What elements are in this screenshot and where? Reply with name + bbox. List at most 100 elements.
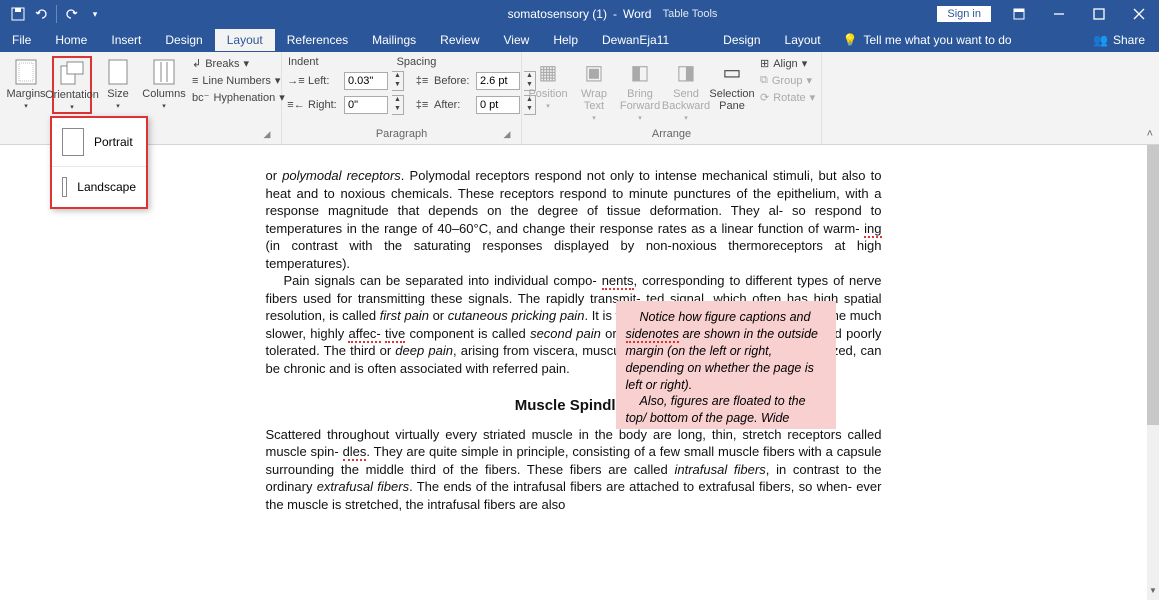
undo-icon[interactable]: [30, 2, 54, 26]
close-button[interactable]: [1119, 0, 1159, 28]
breaks-button[interactable]: ↲Breaks ▾: [190, 56, 287, 71]
sidenote-p2: Also, figures are floated to the top/ bo…: [626, 393, 826, 429]
orientation-dropdown: Portrait Landscape: [50, 116, 148, 209]
margins-icon: [12, 58, 40, 86]
tab-mailings[interactable]: Mailings: [360, 29, 428, 51]
spacing-before-input[interactable]: [476, 72, 520, 90]
page[interactable]: Table 1 or polymodal receptors. Polymoda…: [166, 145, 982, 600]
bring-forward-button[interactable]: ◧Bring Forward▾: [620, 56, 660, 124]
paragraph-muscle-spindles[interactable]: Scattered throughout virtually every str…: [266, 426, 882, 514]
align-button[interactable]: ⊞Align ▾: [758, 56, 817, 71]
share-button[interactable]: 👥 Share: [1079, 33, 1159, 47]
line-numbers-button[interactable]: ≡Line Numbers ▾: [190, 73, 287, 88]
tab-layout[interactable]: Layout: [215, 29, 275, 51]
line-numbers-icon: ≡: [192, 75, 198, 87]
contextual-tab-title: Table Tools: [630, 8, 750, 20]
qat-separator: [56, 5, 57, 23]
table-caption[interactable]: Table 1: [266, 145, 882, 147]
tab-table-layout[interactable]: Layout: [773, 29, 833, 51]
arrange-stack: ⊞Align ▾ ⧉Group ▾ ⟳Rotate ▾: [758, 56, 817, 105]
size-icon: [104, 58, 132, 86]
selection-pane-icon: ▭: [718, 58, 746, 86]
lightbulb-icon: 💡: [843, 33, 858, 47]
document-name: somatosensory (1): [508, 7, 607, 21]
indent-header: Indent: [288, 56, 319, 68]
tab-design[interactable]: Design: [153, 29, 214, 51]
paragraph-polymodal[interactable]: or polymodal receptors. Polymodal recept…: [266, 167, 882, 272]
indent-right-input[interactable]: [344, 96, 388, 114]
indent-right-spinner[interactable]: ▲▼: [392, 95, 404, 115]
portrait-label: Portrait: [94, 135, 133, 149]
page-setup-dialog-launcher[interactable]: ◢: [261, 128, 273, 140]
indent-right-icon: ≡←: [288, 98, 304, 112]
tell-me-search[interactable]: 💡 Tell me what you want to do: [833, 33, 1022, 47]
hyphenation-button[interactable]: bc⁻Hyphenation ▾: [190, 90, 287, 105]
tab-help[interactable]: Help: [541, 29, 590, 51]
spacing-header: Spacing: [397, 56, 437, 68]
sign-in-button[interactable]: Sign in: [937, 6, 991, 22]
spacing-after-icon: ‡≡: [414, 98, 430, 112]
orientation-portrait[interactable]: Portrait: [52, 118, 146, 167]
size-button[interactable]: Size▾: [98, 56, 138, 112]
tab-review[interactable]: Review: [428, 29, 491, 51]
group-arrange: ▦Position▾ ▣Wrap Text▾ ◧Bring Forward▾ ◨…: [522, 52, 822, 144]
rotate-icon: ⟳: [760, 91, 769, 104]
sidenote-box[interactable]: Notice how figure captions and sidenotes…: [616, 301, 836, 429]
tab-references[interactable]: References: [275, 29, 360, 51]
scrollbar-thumb[interactable]: [1147, 145, 1159, 425]
ribbon-display-options-icon[interactable]: [999, 0, 1039, 28]
spacing-before-icon: ‡≡: [414, 74, 430, 88]
send-backward-icon: ◨: [672, 58, 700, 86]
scroll-down-icon[interactable]: ▼: [1147, 586, 1159, 600]
document-area: Table 1 or polymodal receptors. Polymoda…: [0, 145, 1147, 600]
wrap-text-button[interactable]: ▣Wrap Text▾: [574, 56, 614, 124]
share-icon: 👥: [1093, 33, 1108, 47]
ribbon: Margins▾ Orientation▾ Size▾ Columns▾ ↲Br…: [0, 52, 1159, 145]
indent-left-spinner[interactable]: ▲▼: [392, 71, 404, 91]
tab-table-design[interactable]: Design: [711, 29, 772, 51]
selection-pane-button[interactable]: ▭Selection Pane: [712, 56, 752, 114]
redo-icon[interactable]: [59, 2, 83, 26]
indent-left-input[interactable]: [344, 72, 388, 90]
position-icon: ▦: [534, 58, 562, 86]
collapse-ribbon-icon[interactable]: ˄: [1147, 128, 1153, 140]
save-icon[interactable]: [6, 2, 30, 26]
landscape-icon: [62, 177, 67, 197]
margins-button[interactable]: Margins▾: [6, 56, 46, 112]
position-button[interactable]: ▦Position▾: [528, 56, 568, 112]
tab-insert[interactable]: Insert: [99, 29, 153, 51]
group-button[interactable]: ⧉Group ▾: [758, 73, 817, 88]
vertical-scrollbar[interactable]: ▲ ▼: [1147, 145, 1159, 600]
maximize-button[interactable]: [1079, 0, 1119, 28]
orientation-icon: [58, 59, 86, 87]
orientation-landscape[interactable]: Landscape: [52, 167, 146, 207]
group-paragraph-label: Paragraph◢: [288, 128, 515, 142]
quick-access-toolbar: ▾: [0, 2, 107, 26]
breaks-icon: ↲: [192, 57, 201, 70]
tab-dewaneja11[interactable]: DewanEja11: [590, 29, 681, 51]
columns-icon: [150, 58, 178, 86]
group-icon: ⧉: [760, 74, 768, 87]
wrap-text-icon: ▣: [580, 58, 608, 86]
portrait-icon: [62, 128, 84, 156]
group-paragraph: Indent Spacing →≡ Left: ▲▼ ‡≡ Before: ▲▼…: [282, 52, 522, 144]
spacing-after-input[interactable]: [476, 96, 520, 114]
tab-view[interactable]: View: [492, 29, 542, 51]
page-setup-stack: ↲Breaks ▾ ≡Line Numbers ▾ bc⁻Hyphenation…: [190, 56, 287, 105]
tab-file[interactable]: File: [0, 29, 43, 51]
spacing-after-label: After:: [434, 99, 472, 111]
indent-left-label: Left:: [308, 75, 340, 87]
customize-qat-icon[interactable]: ▾: [83, 2, 107, 26]
group-arrange-label: Arrange: [528, 128, 815, 142]
spacing-before-label: Before:: [434, 75, 472, 87]
minimize-button[interactable]: [1039, 0, 1079, 28]
send-backward-button[interactable]: ◨Send Backward▾: [666, 56, 706, 124]
ribbon-tabs: File Home Insert Design Layout Reference…: [0, 28, 1159, 52]
share-label: Share: [1113, 33, 1145, 47]
columns-button[interactable]: Columns▾: [144, 56, 184, 112]
tab-home[interactable]: Home: [43, 29, 99, 51]
landscape-label: Landscape: [77, 180, 136, 194]
orientation-button[interactable]: Orientation▾: [52, 56, 92, 114]
paragraph-dialog-launcher[interactable]: ◢: [501, 128, 513, 140]
rotate-button[interactable]: ⟳Rotate ▾: [758, 90, 817, 105]
